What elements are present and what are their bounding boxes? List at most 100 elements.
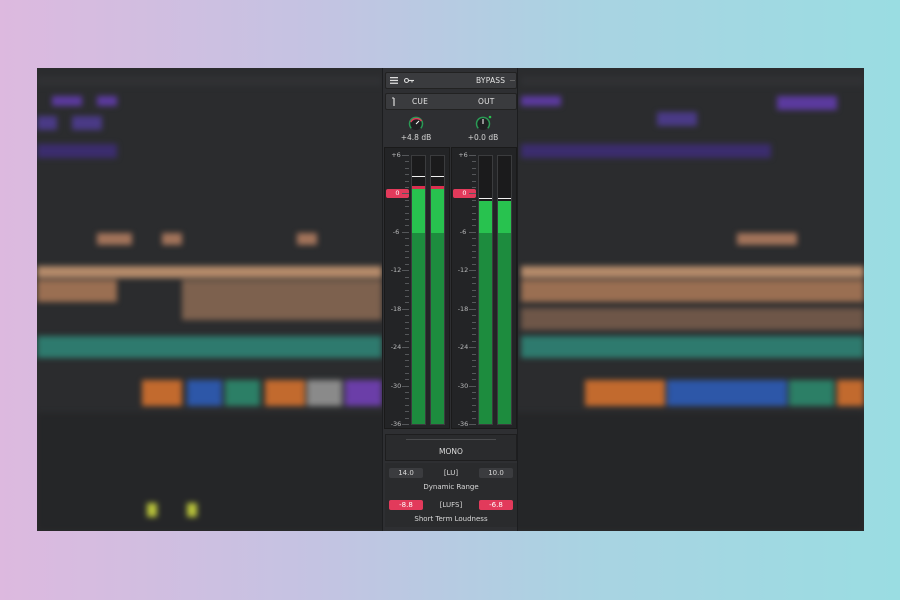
cue-meter-tick (405, 289, 409, 291)
bypass-button[interactable]: BYPASS (476, 76, 505, 85)
out-meter-tick (469, 424, 476, 425)
out-meter-tick (472, 391, 476, 393)
cue-meter-over-indicator (412, 186, 425, 190)
out-meter-tick (472, 417, 476, 419)
cue-meter-peak-hold (431, 176, 444, 178)
out-meter-tick (472, 167, 476, 169)
short-term-label: Short Term Loudness (414, 515, 488, 523)
out-meter-tick (472, 366, 476, 368)
out-meter-tick (472, 340, 476, 342)
cue-meter-tick (402, 308, 409, 310)
cue-meter-tick (405, 219, 409, 221)
cue-meter-over-indicator (431, 186, 444, 190)
out-meter-peak-hold (479, 197, 492, 199)
plugin-header: BYPASS (385, 72, 517, 89)
dynamic-range-out: 10.0 (479, 468, 513, 478)
cue-meter-tick (405, 321, 409, 323)
key-icon[interactable] (403, 77, 414, 84)
cue-meter-tick (405, 379, 409, 381)
out-meter-tick (472, 327, 476, 329)
cue-meter-tick (405, 212, 409, 214)
dynamic-range-cue: 14.0 (389, 468, 423, 478)
cue-meter-peak-hold (412, 176, 425, 178)
cue-meter-tick (405, 340, 409, 342)
cue-meter-tick (405, 161, 409, 163)
short-term-unit: [LUFS] (439, 501, 463, 509)
cue-button[interactable]: CUE (412, 97, 428, 106)
cue-meter-tick (405, 251, 409, 253)
cue-meter-tick (405, 225, 409, 227)
mono-button[interactable]: MONO (386, 447, 516, 456)
cue-meter-tick (402, 347, 409, 349)
cue-meter-tick (405, 295, 409, 297)
cue-meter-tick (402, 193, 409, 195)
short-term-out: -6.8 (479, 500, 513, 510)
cue-meter-tick (405, 315, 409, 317)
out-meter-rms-bar (498, 232, 511, 424)
cue-meter-tick (405, 238, 409, 240)
out-meter-tick (469, 385, 476, 387)
cue-meter-tick (405, 263, 409, 265)
out-meter-tick (472, 238, 476, 240)
out-meter-tick (472, 219, 476, 221)
out-meter-tick (472, 359, 476, 361)
out-meter-tick (472, 244, 476, 246)
out-meter-tick (472, 251, 476, 253)
stats-section: 14.0 [LU] 10.0 Dynamic Range -8.8 [LUFS]… (385, 463, 517, 527)
cue-meter-rms-bar (412, 232, 425, 424)
out-meter-tick (472, 225, 476, 227)
out-meter-tick (469, 155, 476, 156)
menu-icon[interactable] (390, 77, 398, 84)
out-meter-tick (472, 353, 476, 355)
out-meter-tick (472, 302, 476, 304)
cue-meter-rms-bar (431, 232, 444, 424)
out-meter-tick (472, 161, 476, 163)
cue-meter-tick (405, 327, 409, 329)
cue-meter-tick (402, 424, 409, 425)
headphones-icon[interactable] (390, 97, 398, 107)
out-meter-tick (472, 379, 476, 381)
out-gain-knob[interactable] (474, 115, 492, 133)
cue-meter-tick (405, 283, 409, 285)
cue-meter-tick (405, 187, 409, 189)
out-meter-tick (472, 398, 476, 400)
monitor-selector: CUE OUT (385, 93, 517, 110)
cue-meter-tick (405, 174, 409, 176)
cue-meter-tick (405, 244, 409, 246)
dynamic-range-label: Dynamic Range (423, 483, 479, 491)
out-meter-tick (472, 372, 476, 374)
cue-meter-tick (405, 391, 409, 393)
cue-meter-tick (405, 353, 409, 355)
cue-meter-tick (405, 404, 409, 406)
out-meter-tick (472, 289, 476, 291)
cue-gain-knob[interactable] (407, 115, 425, 133)
mono-section: MONO (385, 434, 517, 461)
out-meter-tick (472, 206, 476, 208)
out-meter-peak-hold (498, 197, 511, 199)
out-meter-tick (469, 193, 476, 195)
out-meter-tick (469, 347, 476, 349)
cue-meter-tick (402, 155, 409, 156)
cue-meter-tick (405, 302, 409, 304)
out-meter-tick (472, 334, 476, 336)
cue-meter: +6 0 -6 -12 -18 -24 -30 -36 (384, 147, 450, 429)
out-meter-tick (472, 187, 476, 189)
short-term-cue: -8.8 (389, 500, 423, 510)
cue-meter-tick (405, 276, 409, 278)
out-meter-tick (472, 199, 476, 201)
out-meter-tick (469, 308, 476, 310)
cue-meter-tick (405, 359, 409, 361)
out-button[interactable]: OUT (478, 97, 495, 106)
cue-meter-tick (405, 334, 409, 336)
out-meter-tick (472, 321, 476, 323)
out-meter-tick (472, 276, 476, 278)
out-meter-tick (472, 174, 476, 176)
out-meter-channel-left (478, 155, 493, 425)
out-meter-tick (472, 315, 476, 317)
out-meter-tick (472, 180, 476, 182)
out-meter-tick (472, 283, 476, 285)
dynamic-range-unit: [LU] (443, 469, 459, 477)
cue-meter-tick (405, 199, 409, 201)
loudness-meter-plugin: BYPASS CUE OUT +4.8 dB +0.0 dB +6 0 -6 -12-… (382, 68, 518, 531)
out-meter-tick (472, 263, 476, 265)
